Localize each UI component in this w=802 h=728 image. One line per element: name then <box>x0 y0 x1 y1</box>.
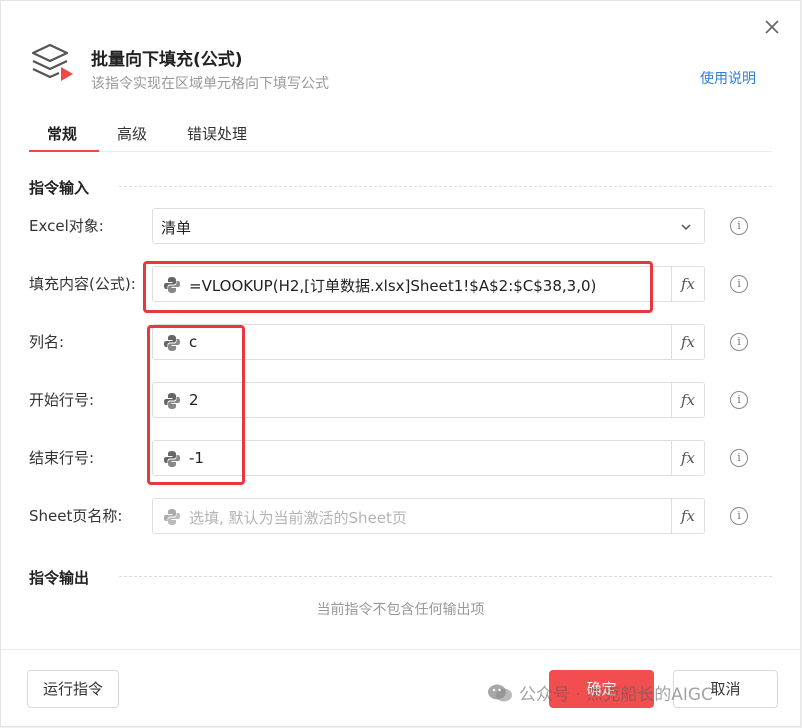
fill-formula-field[interactable]: =VLOOKUP(H2,[订单数据.xlsx]Sheet1!$A$2:$C$38… <box>152 266 705 302</box>
python-icon <box>164 335 180 351</box>
run-command-button[interactable]: 运行指令 <box>27 670 119 708</box>
wechat-icon <box>488 684 512 702</box>
active-tab-indicator <box>29 150 99 152</box>
tab-error-handling[interactable]: 错误处理 <box>187 123 247 144</box>
end-row-field[interactable]: -1 fx <box>152 440 705 476</box>
sheet-name-placeholder: 选填, 默认为当前激活的Sheet页 <box>189 509 407 527</box>
column-name-field[interactable]: c fx <box>152 324 705 360</box>
python-icon <box>164 509 180 525</box>
fx-icon[interactable]: fx <box>671 499 704 533</box>
python-icon <box>164 277 180 293</box>
python-icon <box>164 393 180 409</box>
dialog: 批量向下填充(公式) 该指令实现在区域单元格向下填写公式 使用说明 常规 高级 … <box>0 0 801 727</box>
cancel-button[interactable]: 取消 <box>673 670 778 708</box>
info-icon[interactable]: i <box>730 217 748 235</box>
fx-icon[interactable]: fx <box>671 383 704 417</box>
section-divider <box>119 576 772 577</box>
tab-advanced[interactable]: 高级 <box>117 123 147 144</box>
tab-general[interactable]: 常规 <box>47 123 77 144</box>
chevron-down-icon <box>681 224 691 231</box>
excel-object-select[interactable]: 清单 <box>152 208 705 244</box>
ok-button[interactable]: 确定 <box>549 670 654 708</box>
info-icon[interactable]: i <box>730 333 748 351</box>
info-icon[interactable]: i <box>730 275 748 293</box>
output-empty-text: 当前指令不包含任何输出项 <box>316 602 485 618</box>
fx-icon[interactable]: fx <box>671 441 704 475</box>
end-row-label: 结束行号: <box>29 449 95 467</box>
footer-divider <box>1 649 800 650</box>
dialog-title: 批量向下填充(公式) <box>91 50 243 70</box>
input-section-title: 指令输入 <box>29 179 90 197</box>
sheet-name-label: Sheet页名称: <box>29 507 123 525</box>
fx-icon[interactable]: fx <box>671 267 704 301</box>
python-icon <box>164 451 180 467</box>
sheet-name-field[interactable]: 选填, 默认为当前激活的Sheet页 fx <box>152 498 705 534</box>
info-icon[interactable]: i <box>730 449 748 467</box>
close-icon[interactable] <box>762 17 782 37</box>
start-row-value: 2 <box>189 391 199 409</box>
section-divider <box>119 186 772 187</box>
fill-formula-label: 填充内容(公式): <box>29 275 136 293</box>
start-row-label: 开始行号: <box>29 391 95 409</box>
info-icon[interactable]: i <box>730 391 748 409</box>
tab-bar: 常规 高级 错误处理 <box>29 117 772 152</box>
help-link[interactable]: 使用说明 <box>700 68 756 88</box>
excel-object-label: Excel对象: <box>29 217 104 235</box>
fx-icon[interactable]: fx <box>671 325 704 359</box>
output-section-title: 指令输出 <box>29 569 90 587</box>
info-icon[interactable]: i <box>730 507 748 525</box>
fill-formula-value: =VLOOKUP(H2,[订单数据.xlsx]Sheet1!$A$2:$C$38… <box>189 277 597 295</box>
column-name-label: 列名: <box>29 333 65 351</box>
excel-object-value: 清单 <box>161 219 192 237</box>
layers-logo-icon <box>31 43 73 81</box>
end-row-value: -1 <box>189 449 204 467</box>
column-name-value: c <box>189 333 198 351</box>
start-row-field[interactable]: 2 fx <box>152 382 705 418</box>
dialog-subtitle: 该指令实现在区域单元格向下填写公式 <box>91 76 329 92</box>
